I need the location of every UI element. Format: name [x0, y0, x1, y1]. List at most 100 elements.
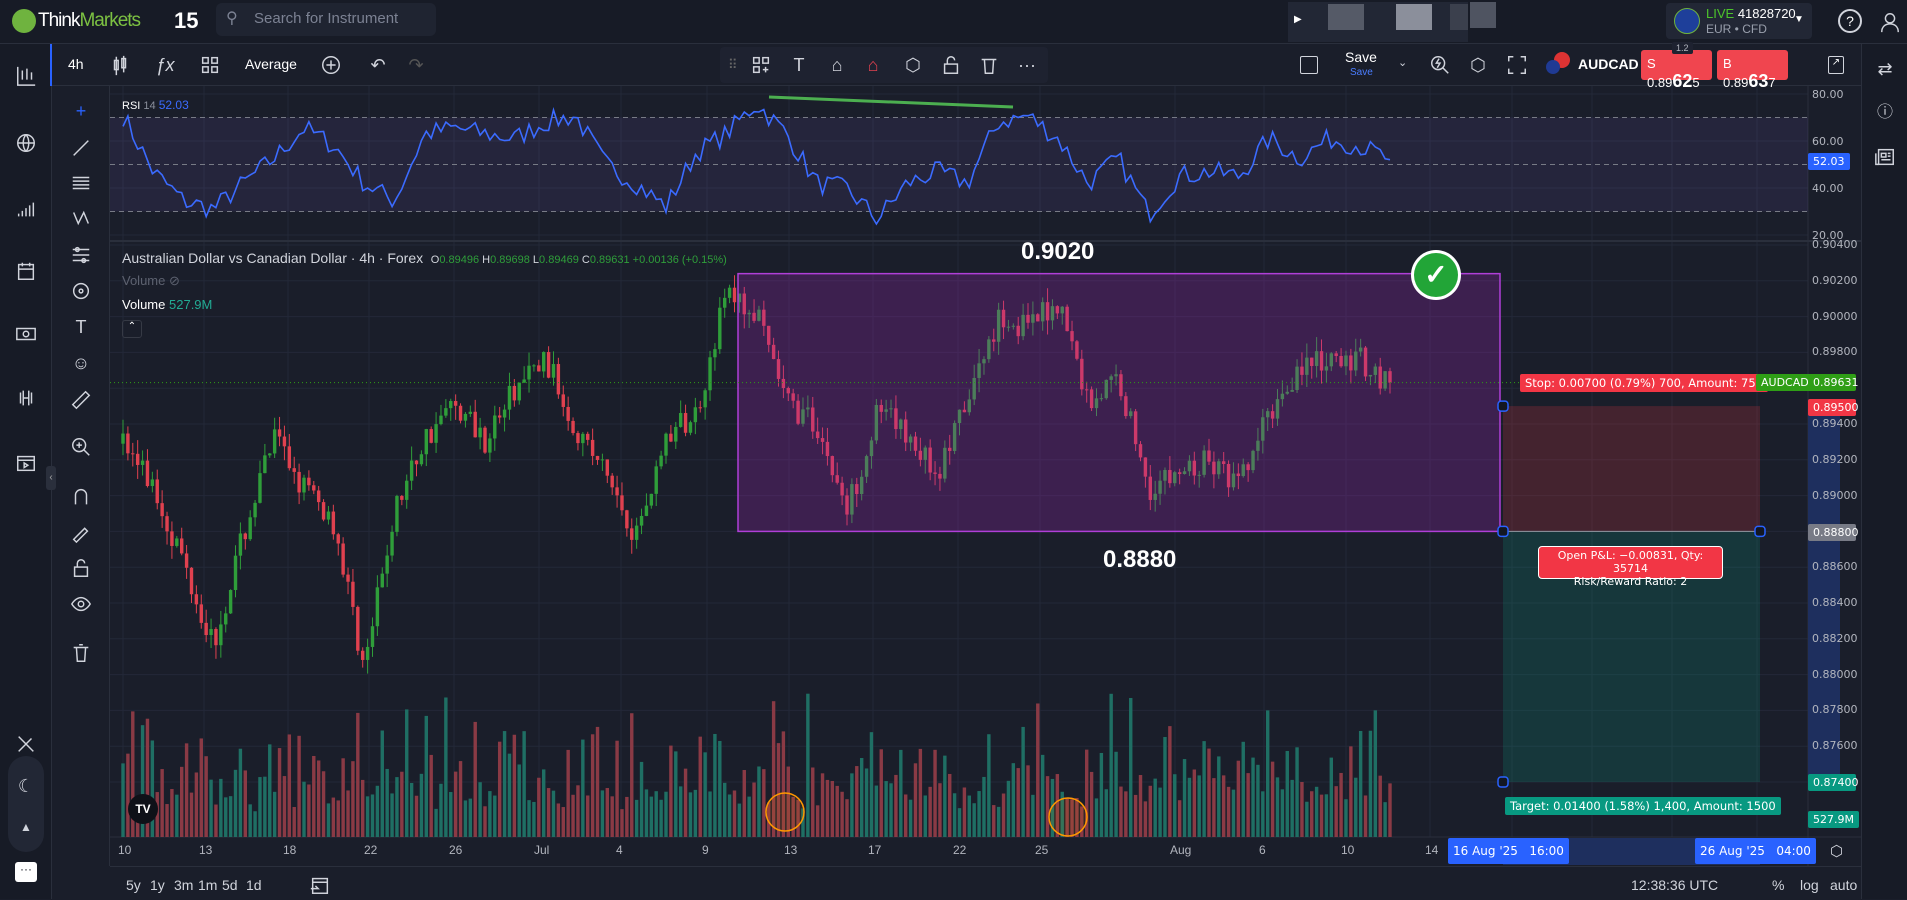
candle-body	[541, 352, 546, 372]
candle-body	[145, 460, 150, 487]
volume-bar	[938, 783, 942, 837]
volume-bar	[214, 804, 218, 837]
volume-bar	[1021, 726, 1025, 837]
stop-label[interactable]: Stop: 0.00700 (0.79%) 700, Amount: 750	[1520, 374, 1768, 392]
volume-bar	[869, 732, 874, 837]
candle-body	[395, 496, 399, 532]
collapse-legend-button[interactable]: ⌃	[122, 320, 142, 338]
candle-body	[581, 433, 585, 444]
candle-body	[453, 401, 458, 406]
volume-bar	[1158, 787, 1162, 837]
range-rectangle	[737, 272, 1501, 533]
target-label[interactable]: Target: 0.01400 (1.58%) 1,400, Amount: 1…	[1505, 797, 1781, 815]
range-button-5d[interactable]: 5d	[222, 877, 238, 893]
volume-bar	[1300, 782, 1304, 837]
volume-bar	[277, 748, 282, 837]
volume-bar	[1231, 789, 1236, 837]
auto-toggle[interactable]: auto	[1830, 877, 1857, 893]
volume-bar	[1143, 801, 1148, 837]
volume-hidden-legend[interactable]: Volume ⊘	[122, 273, 180, 289]
annotation-high[interactable]: 0.9020	[1021, 238, 1094, 266]
volume-bar	[561, 807, 565, 837]
price-tick: 0.87600	[1812, 739, 1858, 753]
candle-body	[360, 650, 365, 660]
last-price-tag: 0.89631	[1808, 374, 1859, 391]
volume-bar	[903, 794, 908, 837]
range-button-1m[interactable]: 1m	[198, 877, 217, 893]
time-tick: 25	[1035, 843, 1049, 857]
candle-body	[184, 553, 189, 568]
volume-bar	[894, 774, 898, 837]
candle-body	[179, 538, 184, 554]
candle-body	[551, 364, 556, 378]
candle-body	[493, 415, 497, 439]
candle-body	[121, 433, 125, 444]
candle-body	[150, 479, 155, 487]
goto-date-icon[interactable]	[305, 870, 335, 900]
candle-body	[209, 629, 213, 636]
stop-price-tag: 0.89500	[1808, 399, 1859, 416]
volume-bar	[977, 791, 981, 837]
pnl-label[interactable]: Open P&L: −0.00831, Qty: 35714 Risk/Rewar…	[1538, 546, 1723, 588]
hidden-eye-icon[interactable]: ⊘	[169, 273, 180, 288]
volume-bar	[375, 785, 380, 837]
position-handle	[1497, 525, 1509, 538]
volume-bar	[576, 785, 580, 837]
percent-toggle[interactable]: %	[1772, 877, 1784, 893]
volume-bar	[263, 776, 267, 837]
candle-body	[444, 408, 448, 416]
range-button-5y[interactable]: 5y	[126, 877, 141, 893]
rsi-axis-40: 40.00	[1812, 182, 1844, 195]
checkmark-icon[interactable]: ✓	[1411, 250, 1461, 300]
symbol-title[interactable]: Australian Dollar vs Canadian Dollar · 4…	[122, 250, 423, 266]
volume-bar	[1109, 693, 1113, 837]
time-tick: 13	[199, 843, 213, 857]
volume-bar	[1016, 768, 1020, 837]
volume-bar	[179, 766, 184, 837]
time-tick: 10	[118, 843, 132, 857]
volume-bar	[463, 800, 468, 837]
axis-settings-icon[interactable]: ⬡	[1830, 842, 1843, 860]
candle-body	[204, 622, 208, 636]
candle-body	[243, 533, 248, 540]
volume-bar	[923, 795, 927, 837]
volume-bar	[272, 791, 277, 837]
target-price-tag: 0.87400	[1808, 774, 1859, 791]
volume-bar	[752, 782, 756, 837]
volume-bar	[727, 794, 732, 837]
volume-bar	[815, 805, 820, 837]
candle-body	[718, 307, 722, 350]
candle-body	[224, 613, 228, 625]
volume-bar	[537, 777, 541, 837]
volume-bar	[649, 796, 654, 837]
tradingview-logo[interactable]: TV	[128, 794, 158, 824]
volume-bar	[943, 755, 947, 837]
volume-bar	[1011, 763, 1016, 837]
candle-body	[683, 413, 688, 433]
range-button-1d[interactable]: 1d	[246, 877, 262, 893]
price-tick: 0.89400	[1812, 417, 1858, 430]
volume-bar	[996, 806, 1001, 837]
range-button-1y[interactable]: 1y	[150, 877, 165, 893]
volume-bar	[1314, 786, 1319, 837]
candle-body	[654, 466, 658, 494]
volume-bar	[820, 773, 825, 837]
volume-bar	[571, 794, 575, 837]
price-chart[interactable]	[0, 0, 1907, 899]
candle-body	[263, 455, 267, 474]
candle-body	[302, 477, 306, 493]
stop-zone	[1503, 406, 1760, 532]
candle-body	[600, 459, 605, 461]
volume-bar	[747, 796, 751, 837]
volume-bar	[1261, 791, 1265, 837]
range-button-3m[interactable]: 3m	[174, 877, 193, 893]
candle-body	[625, 510, 629, 529]
candle-body	[537, 365, 541, 372]
time-tick: Jul	[534, 843, 550, 857]
volume-bar	[551, 790, 556, 837]
volume-bar	[189, 792, 194, 837]
log-toggle[interactable]: log	[1800, 877, 1819, 893]
candle-body	[703, 390, 707, 408]
volume-bar	[414, 795, 419, 837]
annotation-low[interactable]: 0.8880	[1103, 546, 1176, 574]
